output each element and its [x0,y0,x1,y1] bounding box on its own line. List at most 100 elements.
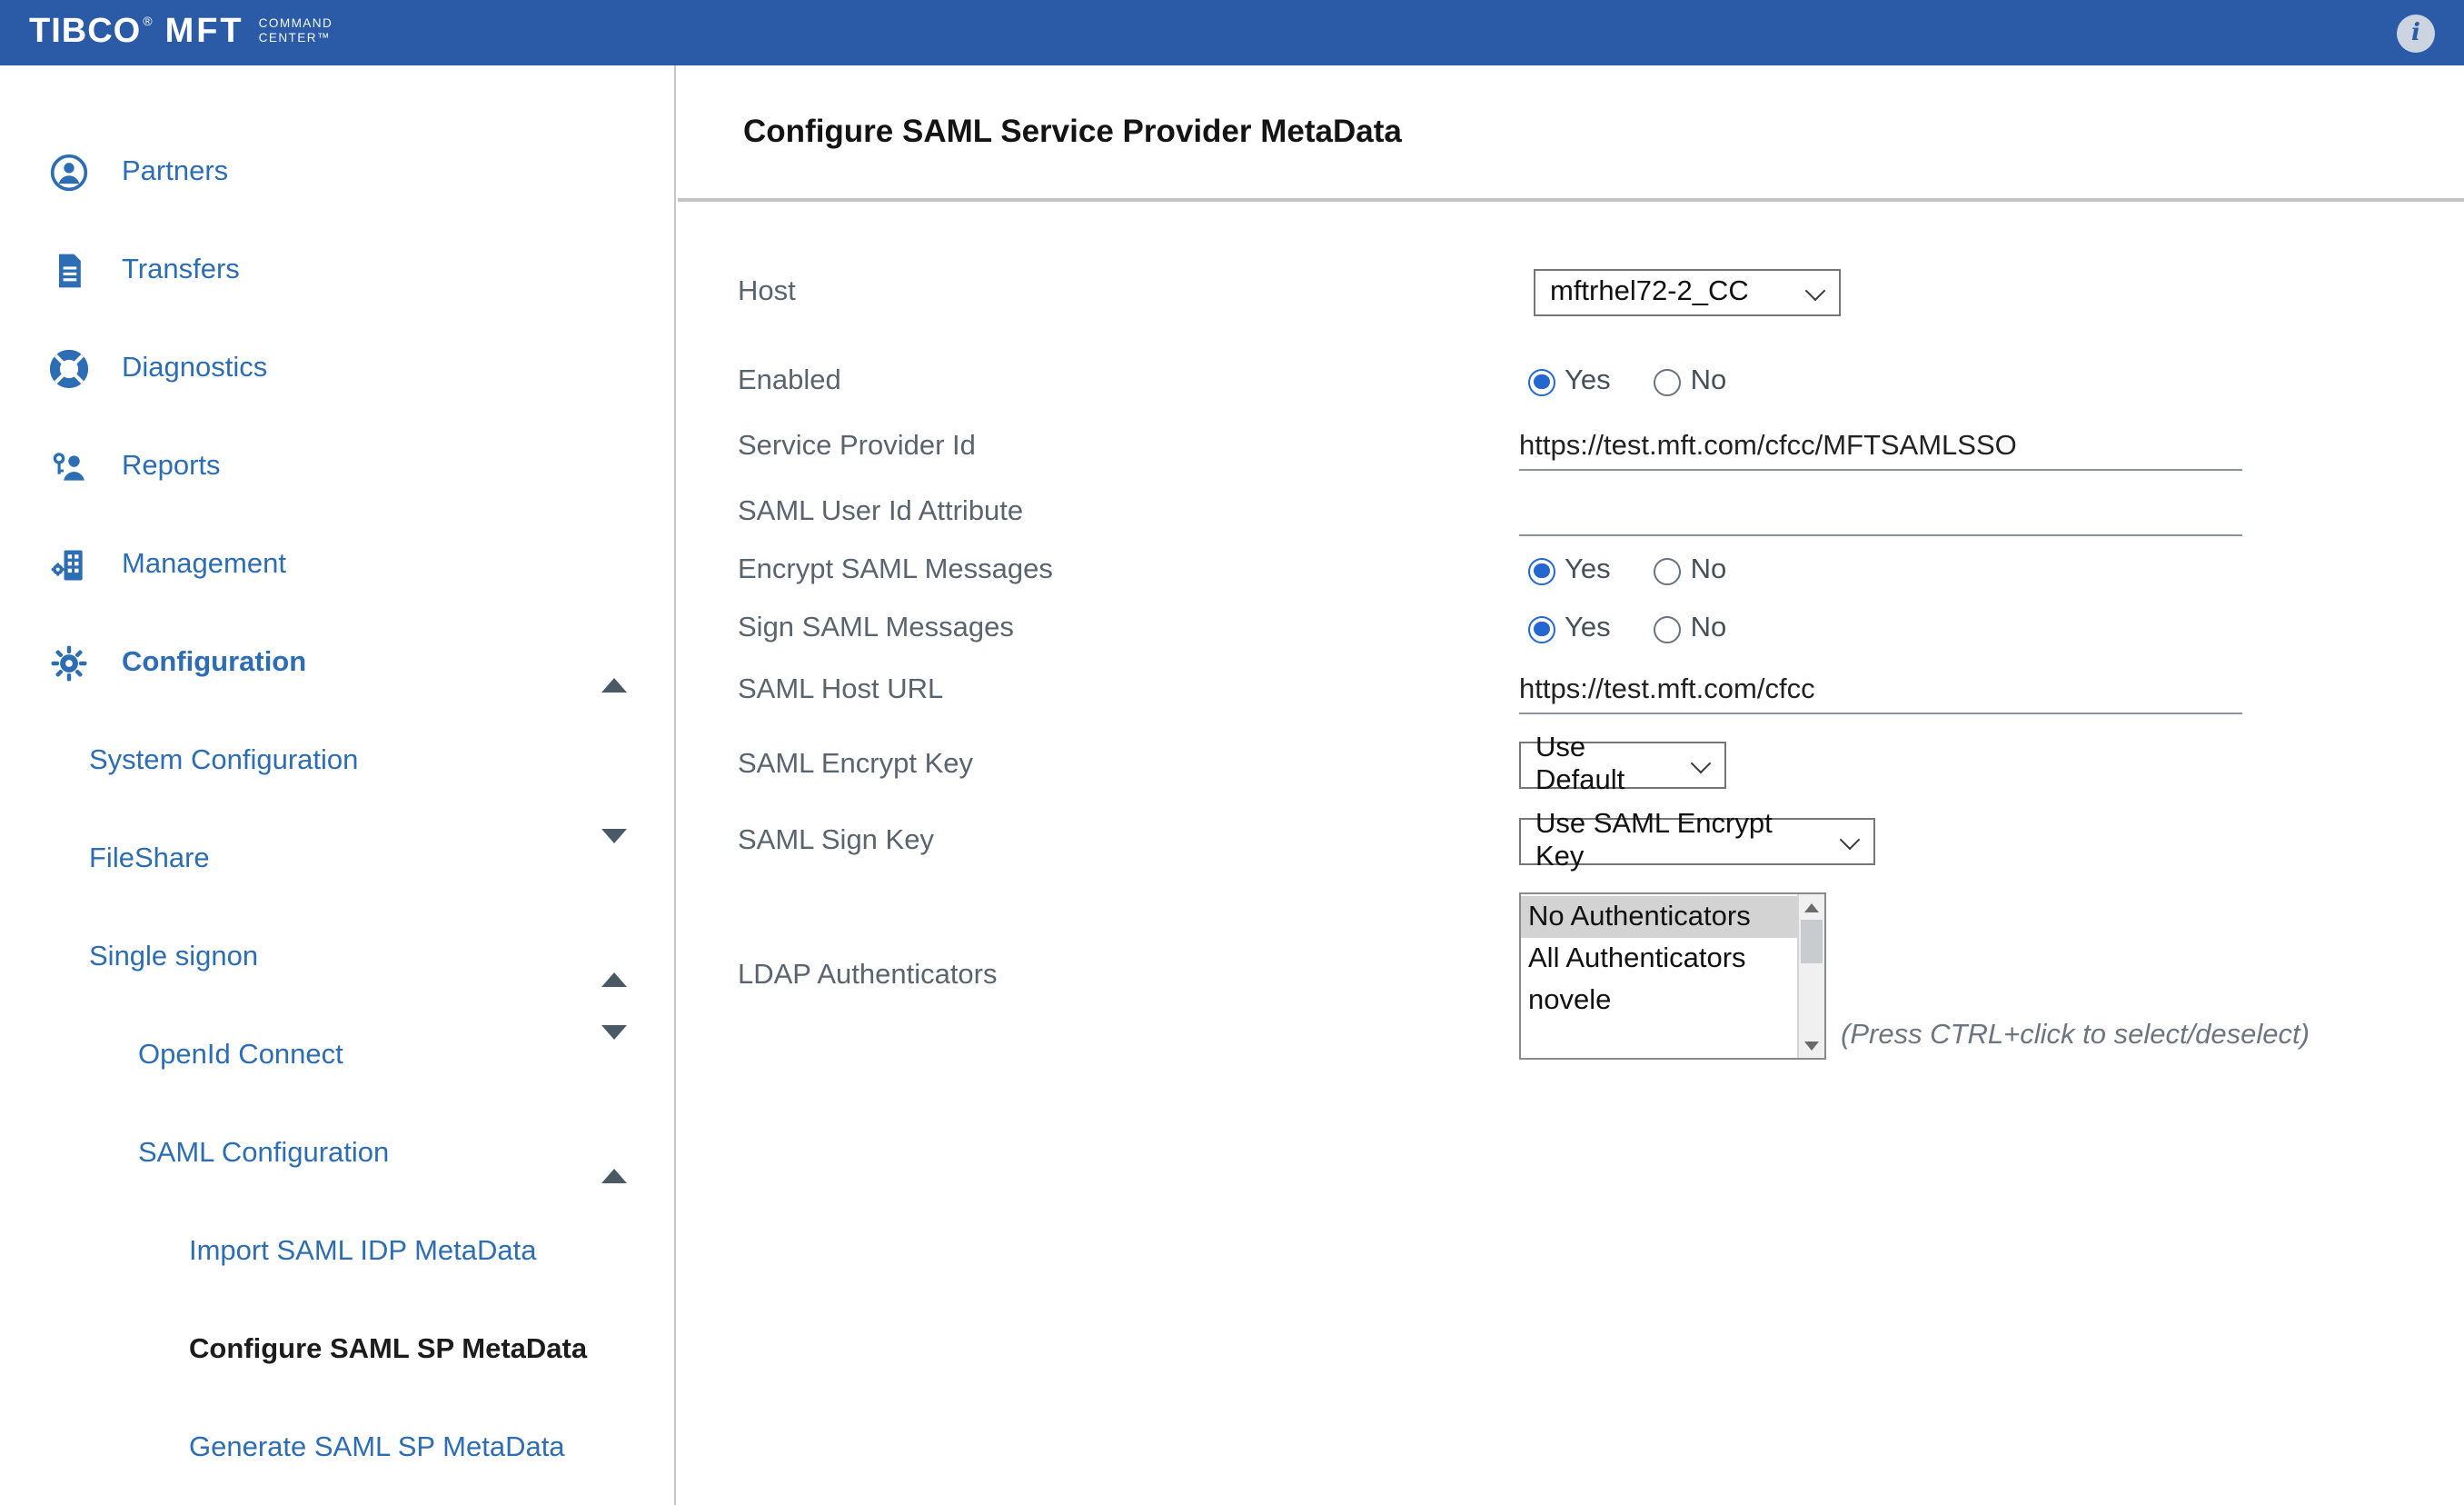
ldap-authenticators-listbox[interactable]: No Authenticators All Authenticators nov… [1519,892,1826,1060]
chevron-up-icon[interactable] [601,1138,627,1171]
sidebar-item-label: Import SAML IDP MetaData [189,1236,537,1269]
enabled-no-radio[interactable] [1654,368,1682,395]
encrypt-saml-messages-label: Encrypt SAML Messages [738,554,1519,587]
configuration-gear-icon [47,642,91,685]
management-building-gear-icon [47,543,91,587]
field-row-saml-user-id-attribute: SAML User Id Attribute [678,489,2464,536]
field-row-service-provider-id: Service Provider Id [678,424,2464,471]
listbox-option-no-authenticators[interactable]: No Authenticators [1521,896,1797,938]
sign-no-label: No [1691,613,1727,645]
sidebar-item-partners[interactable]: Partners [0,124,674,222]
tibco-mft-logo: TIBCO® MFT COMMAND CENTER™ [29,13,333,53]
sidebar-item-label: Transfers [122,254,240,287]
listbox-scrollbar[interactable] [1797,894,1824,1058]
page-header: Configure SAML Service Provider MetaData [678,65,2464,202]
scroll-up-icon[interactable] [1799,894,1824,920]
scrollbar-thumb[interactable] [1801,920,1823,963]
enabled-yes-label: Yes [1565,365,1611,398]
chevron-down-icon [1691,753,1712,774]
brand-tibco: TIBCO [29,13,141,53]
host-select-value: mftrhel72-2_CC [1550,276,1749,309]
sidebar-item-configuration[interactable]: Configuration [0,614,674,713]
listbox-option-all-authenticators[interactable]: All Authenticators [1521,938,1797,980]
enabled-radio-group: Yes No [1528,365,1726,398]
brand-subtitle-line2: CENTER™ [259,33,331,45]
sidebar-item-import-saml-idp-metadata[interactable]: Import SAML IDP MetaData [0,1203,674,1301]
sidebar-item-label: OpenId Connect [138,1040,343,1072]
field-row-saml-encrypt-key: SAML Encrypt Key Use Default [678,740,2464,791]
chevron-up-icon[interactable] [601,942,627,974]
sidebar-item-management[interactable]: Management [0,516,674,614]
sidebar-item-transfers[interactable]: Transfers [0,222,674,320]
sign-saml-radio-group: Yes No [1528,613,1726,645]
enabled-no-label: No [1691,365,1727,398]
enabled-yes-radio[interactable] [1528,368,1555,395]
diagnostics-lifebuoy-icon [47,347,91,391]
sidebar-item-fileshare[interactable]: FileShare [0,811,674,909]
sidebar-item-label: Diagnostics [122,353,267,385]
brand-mft: MFT [165,13,244,53]
sidebar-item-reports[interactable]: Reports [0,418,674,516]
host-label: Host [738,276,1519,309]
chevron-down-icon[interactable] [601,843,627,876]
encrypt-no-radio[interactable] [1654,557,1682,584]
sidebar-item-saml-configuration[interactable]: SAML Configuration [0,1105,674,1203]
sidebar-item-label: Configuration [122,647,306,680]
saml-encrypt-key-label: SAML Encrypt Key [738,749,1519,782]
app-window: TIBCO® MFT COMMAND CENTER™ i Partners [0,0,2464,1505]
saml-sp-metadata-form: Host mftrhel72-2_CC Enabled Yes No [678,267,2464,1060]
sidebar-item-label: System Configuration [89,745,358,778]
saml-host-url-input[interactable] [1519,668,2242,713]
chevron-down-icon [1805,281,1826,302]
sidebar-item-single-signon[interactable]: Single signon [0,909,674,1007]
sidebar-item-diagnostics[interactable]: Diagnostics [0,320,674,418]
brand-subtitle-line1: COMMAND [259,18,333,31]
encrypt-yes-radio[interactable] [1528,557,1555,584]
field-row-saml-host-url: SAML Host URL [678,667,2464,714]
sidebar-item-label: Generate SAML SP MetaData [189,1432,565,1465]
field-row-sign-saml-messages: Sign SAML Messages Yes No [678,609,2464,649]
transfers-document-icon [47,249,91,293]
sign-yes-label: Yes [1565,613,1611,645]
sign-no-radio[interactable] [1654,615,1682,643]
sign-saml-messages-label: Sign SAML Messages [738,613,1519,645]
sidebar-item-label: Partners [122,156,228,189]
field-row-encrypt-saml-messages: Encrypt SAML Messages Yes No [678,551,2464,591]
saml-encrypt-key-select[interactable]: Use Default [1519,742,1726,789]
service-provider-id-input[interactable] [1519,424,2242,470]
scroll-down-icon[interactable] [1799,1032,1824,1058]
saml-user-id-attribute-input[interactable] [1519,490,2242,535]
saml-sign-key-select[interactable]: Use SAML Encrypt Key [1519,818,1875,865]
info-icon[interactable]: i [2397,14,2435,52]
chevron-down-icon[interactable] [601,1040,627,1072]
saml-user-id-attribute-label: SAML User Id Attribute [738,496,1519,529]
encrypt-saml-radio-group: Yes No [1528,554,1726,587]
saml-sign-key-label: SAML Sign Key [738,825,1519,858]
sidebar-item-label: Reports [122,451,221,483]
sidebar-item-system-configuration[interactable]: System Configuration [0,713,674,811]
saml-host-url-label: SAML Host URL [738,674,1519,707]
chevron-up-icon[interactable] [601,647,627,680]
registered-mark: ® [143,15,152,28]
field-row-enabled: Enabled Yes No [678,362,2464,402]
sidebar-item-label: Single signon [89,942,258,974]
ldap-ctrl-click-note: (Press CTRL+click to select/deselect) [1841,1020,2310,1052]
ldap-authenticators-options: No Authenticators All Authenticators nov… [1521,896,1797,1022]
sidebar-item-generate-saml-sp-metadata[interactable]: Generate SAML SP MetaData [0,1400,674,1498]
sign-yes-radio[interactable] [1528,615,1555,643]
ldap-authenticators-label: LDAP Authenticators [738,960,1519,992]
sidebar-item-label: FileShare [89,843,210,876]
listbox-option-novele[interactable]: novele [1521,980,1797,1022]
page-title: Configure SAML Service Provider MetaData [743,113,1402,151]
saml-sign-key-select-value: Use SAML Encrypt Key [1535,809,1826,874]
sidebar-item-label: SAML Configuration [138,1138,389,1171]
partners-person-icon [47,151,91,194]
saml-encrypt-key-select-value: Use Default [1535,733,1677,798]
reports-user-key-icon [47,445,91,489]
brand-subtitle: COMMAND CENTER™ [259,18,333,48]
sidebar-item-configure-saml-sp-metadata[interactable]: Configure SAML SP MetaData [0,1301,674,1400]
host-select[interactable]: mftrhel72-2_CC [1534,269,1841,316]
sidebar-item-openid-connect[interactable]: OpenId Connect [0,1007,674,1105]
field-row-saml-sign-key: SAML Sign Key Use SAML Encrypt Key [678,816,2464,867]
chevron-down-icon [1840,830,1861,851]
